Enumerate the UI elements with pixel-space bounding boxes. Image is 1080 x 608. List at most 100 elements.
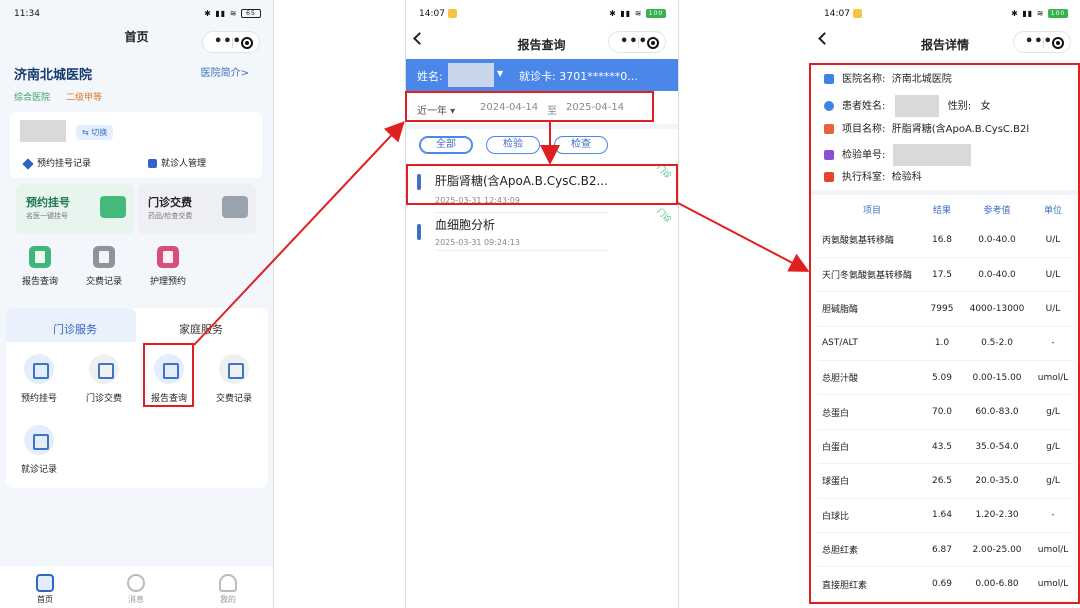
cell-result: 43.5 bbox=[922, 429, 962, 465]
cell-item: 球蛋白 bbox=[818, 463, 922, 499]
patient-name-redacted bbox=[448, 63, 494, 87]
cell-result: 6.87 bbox=[922, 532, 962, 568]
table-row: 丙氨酸氨基转移酶 16.8 0.0-40.0 U/L bbox=[818, 223, 1074, 258]
table-row: 直接胆红素 0.69 0.00-6.80 umol/L bbox=[818, 566, 1074, 602]
report-item[interactable]: 血细胞分析 2025-03-31 09:24:13 门诊 bbox=[405, 207, 678, 260]
report-icon bbox=[29, 246, 51, 268]
name-label: 姓名: bbox=[417, 70, 443, 83]
service-report-query[interactable]: 报告查询 bbox=[141, 354, 197, 404]
cell-unit: umol/L bbox=[1032, 566, 1074, 602]
report-item[interactable]: 肝脂肾糖(含ApoA.B.CysC.B2... 2025-03-31 12:43… bbox=[405, 163, 678, 216]
cell-item: 丙氨酸氨基转移酶 bbox=[818, 223, 922, 258]
cell-unit: umol/L bbox=[1032, 360, 1074, 396]
cell-result: 5.09 bbox=[922, 360, 962, 396]
info-hospital: 医院名称: 济南北城医院 bbox=[824, 70, 952, 85]
receipt-icon bbox=[93, 246, 115, 268]
close-target-icon[interactable] bbox=[1052, 37, 1064, 49]
clinic-icon bbox=[824, 172, 834, 182]
miniapp-capsule[interactable]: ••• bbox=[608, 31, 666, 53]
hospital-intro-link[interactable]: 医院简介> bbox=[201, 64, 249, 79]
cell-reference: 60.0-83.0 bbox=[962, 394, 1032, 430]
chip-lab[interactable]: 检验 bbox=[486, 136, 540, 154]
calendar-check-icon bbox=[24, 425, 54, 455]
table-row: 白球比 1.64 1.20-2.30- bbox=[818, 498, 1074, 534]
appointment-records-link[interactable]: 预约挂号记录 bbox=[22, 156, 91, 170]
quick-report-query[interactable]: 报告查询 bbox=[14, 246, 66, 287]
date-to[interactable]: 2025-04-14 bbox=[566, 102, 624, 113]
patient-dropdown-icon[interactable]: ▼ bbox=[497, 69, 503, 78]
chip-all[interactable]: 全部 bbox=[419, 136, 473, 154]
table-row: 天门冬氨酸氨基转移酶 17.5 0.0-40.0 U/L bbox=[818, 257, 1074, 293]
cell-reference: 0.5-2.0 bbox=[962, 326, 1032, 362]
cell-item: 总蛋白 bbox=[818, 394, 922, 430]
service-payment-records[interactable]: 交费记录 bbox=[206, 354, 262, 404]
quick-payment-records[interactable]: 交费记录 bbox=[78, 246, 130, 287]
status-bar: 14:07 ✱ ▮▮ ≋ 100 bbox=[810, 8, 1080, 24]
hospital-icon bbox=[824, 74, 834, 84]
arrow-item-to-detail bbox=[677, 202, 810, 272]
cell-item: 直接胆红素 bbox=[818, 566, 922, 602]
info-department: 执行科室: 检验科 bbox=[824, 168, 922, 183]
outpatient-pay-card[interactable]: 门诊交费 药品/检查交费 bbox=[138, 184, 256, 234]
more-icon[interactable]: ••• bbox=[1025, 33, 1053, 51]
nav-home[interactable]: 首页 bbox=[25, 574, 65, 605]
info-item: 项目名称: 肝脂肾糖(含ApoA.B.CysC.B2l bbox=[824, 120, 1029, 135]
appointment-card-title: 预约挂号 bbox=[26, 196, 70, 209]
cell-result: 16.8 bbox=[922, 223, 962, 258]
status-time: 11:34 bbox=[14, 9, 40, 19]
miniapp-capsule[interactable]: ••• bbox=[1013, 31, 1071, 53]
date-filter: 近一年 ▾ 2024-04-14 至 2025-04-14 bbox=[405, 94, 678, 122]
quick-nursing-appointment[interactable]: 护理预约 bbox=[142, 246, 194, 287]
cell-unit: g/L bbox=[1032, 463, 1074, 499]
col-reference: 参考值 bbox=[983, 205, 1011, 216]
monitor-icon bbox=[222, 196, 248, 218]
hospital-name: 济南北城医院 bbox=[14, 68, 93, 83]
chip-exam[interactable]: 检查 bbox=[554, 136, 608, 154]
cell-result: 17.5 bbox=[922, 257, 962, 293]
id-card-icon bbox=[148, 159, 157, 168]
patient-name-redacted bbox=[894, 95, 939, 117]
service-appointment[interactable]: 预约挂号 bbox=[11, 354, 67, 404]
nav-messages[interactable]: 消息 bbox=[116, 574, 156, 605]
status-icons: ✱ ▮▮ ≋ 100 bbox=[609, 9, 666, 18]
yen-refresh-icon bbox=[219, 354, 249, 384]
outpatient-tag: 门诊 bbox=[655, 162, 673, 181]
tab-outpatient-services[interactable]: 门诊服务 bbox=[53, 321, 97, 337]
cell-unit: g/L bbox=[1032, 429, 1074, 465]
appointment-card-sub: 名医一键挂号 bbox=[26, 212, 68, 220]
range-select[interactable]: 近一年 ▾ bbox=[417, 102, 455, 117]
table-row: 总蛋白 70.0 60.0-83.0 g/L bbox=[818, 394, 1074, 430]
miniapp-capsule[interactable]: ••• bbox=[202, 31, 260, 53]
col-unit: 单位 bbox=[1043, 205, 1062, 216]
date-from[interactable]: 2024-04-14 bbox=[480, 102, 538, 113]
report-title: 血细胞分析 bbox=[435, 218, 496, 232]
switch-patient-button[interactable]: ⇆ 切换 bbox=[76, 125, 114, 140]
cell-result: 26.5 bbox=[922, 463, 962, 499]
cell-reference: 35.0-54.0 bbox=[962, 429, 1032, 465]
close-target-icon[interactable] bbox=[241, 37, 253, 49]
service-visit-records[interactable]: 就诊记录 bbox=[11, 425, 67, 475]
cell-result: 70.0 bbox=[922, 394, 962, 430]
tab-family-services[interactable]: 家庭服务 bbox=[179, 321, 223, 337]
appointment-card[interactable]: 预约挂号 名医一键挂号 bbox=[16, 184, 134, 234]
table-row: 胆碱脂酶 7995 4000-13000 U/L bbox=[818, 291, 1074, 327]
cell-result: 1.0 bbox=[922, 326, 962, 362]
nav-profile[interactable]: 我的 bbox=[208, 574, 248, 605]
info-patient: 患者姓名: 性别: 女 bbox=[824, 95, 991, 117]
report-query-screen: 14:07 ✱ ▮▮ ≋ 100 报告查询 ••• 姓名: ▼ 就诊卡: 370… bbox=[405, 0, 678, 608]
gear-icon bbox=[89, 354, 119, 384]
cell-reference: 0.0-40.0 bbox=[962, 223, 1032, 258]
patient-card: ⇆ 切换 预约挂号记录 就诊人管理 bbox=[10, 112, 262, 178]
cell-item: 总胆汁酸 bbox=[818, 360, 922, 396]
more-icon[interactable]: ••• bbox=[620, 33, 648, 51]
close-target-icon[interactable] bbox=[647, 37, 659, 49]
table-row: 总胆汁酸 5.09 0.00-15.00 umol/L bbox=[818, 360, 1074, 396]
table-row: 球蛋白 26.5 20.0-35.0 g/L bbox=[818, 463, 1074, 499]
service-outpatient-pay[interactable]: 门诊交费 bbox=[76, 354, 132, 404]
cell-item: 白球比 bbox=[818, 498, 922, 534]
calendar-check-icon bbox=[24, 354, 54, 384]
patient-management-link[interactable]: 就诊人管理 bbox=[148, 156, 206, 169]
grid-icon bbox=[824, 124, 834, 134]
table-row: 总胆红素 6.87 2.00-25.00 umol/L bbox=[818, 532, 1074, 568]
more-icon[interactable]: ••• bbox=[214, 33, 242, 51]
